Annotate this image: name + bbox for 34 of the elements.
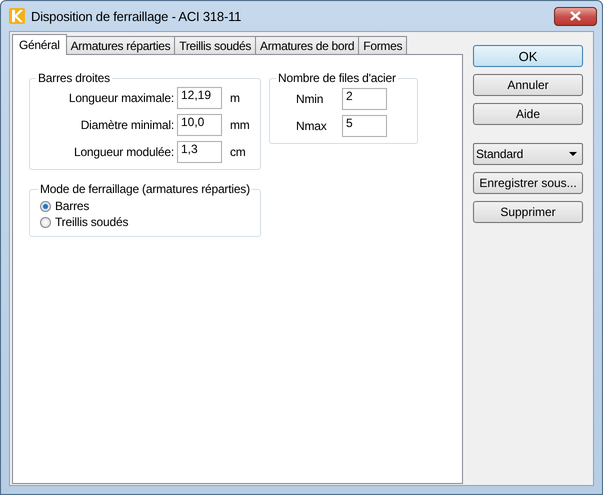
- preset-dropdown[interactable]: Standard: [473, 143, 583, 165]
- tab[interactable]: Armatures réparties: [66, 36, 176, 54]
- window-title: Disposition de ferraillage - ACI 318-11: [31, 8, 242, 24]
- close-icon: [570, 11, 581, 21]
- radio-option[interactable]: Treillis soudés: [40, 214, 252, 230]
- dialog-button[interactable]: Aide: [473, 103, 583, 125]
- field-label: Longueur maximale:: [68, 91, 175, 105]
- input-field[interactable]: 10,0: [177, 114, 222, 136]
- unit-label: m: [229, 91, 241, 105]
- group-title: Nombre de files d'acier: [277, 71, 397, 85]
- radio-option[interactable]: Barres: [40, 198, 252, 214]
- field-label: Diamètre minimal:: [80, 118, 175, 132]
- tab[interactable]: Armatures de bord: [255, 36, 360, 54]
- ok-button[interactable]: OK: [473, 45, 583, 67]
- input-field[interactable]: 5: [342, 115, 387, 137]
- field-label: Longueur modulée:: [72, 145, 175, 159]
- unit-label: mm: [229, 118, 251, 132]
- input-field[interactable]: 2: [342, 88, 387, 110]
- tab[interactable]: Treillis soudés: [174, 36, 256, 54]
- close-button[interactable]: [554, 6, 597, 26]
- tab[interactable]: Formes: [358, 36, 408, 54]
- app-logo-icon: [9, 8, 25, 24]
- unit-label: cm: [229, 145, 247, 159]
- input-field[interactable]: 12,19: [177, 87, 222, 109]
- caret-icon: [569, 152, 577, 156]
- dialog-button[interactable]: Enregistrer sous...: [473, 172, 583, 194]
- dialog-button[interactable]: Annuler: [473, 74, 583, 96]
- dialog-button[interactable]: Supprimer: [473, 201, 583, 223]
- group-title: Barres droites: [37, 71, 111, 85]
- field-label: Nmin: [295, 92, 324, 106]
- input-field[interactable]: 1,3: [177, 141, 222, 163]
- group-title: Mode de ferraillage (armatures réparties): [39, 182, 251, 196]
- field-label: Nmax: [295, 119, 328, 133]
- tab[interactable]: Général: [12, 34, 67, 55]
